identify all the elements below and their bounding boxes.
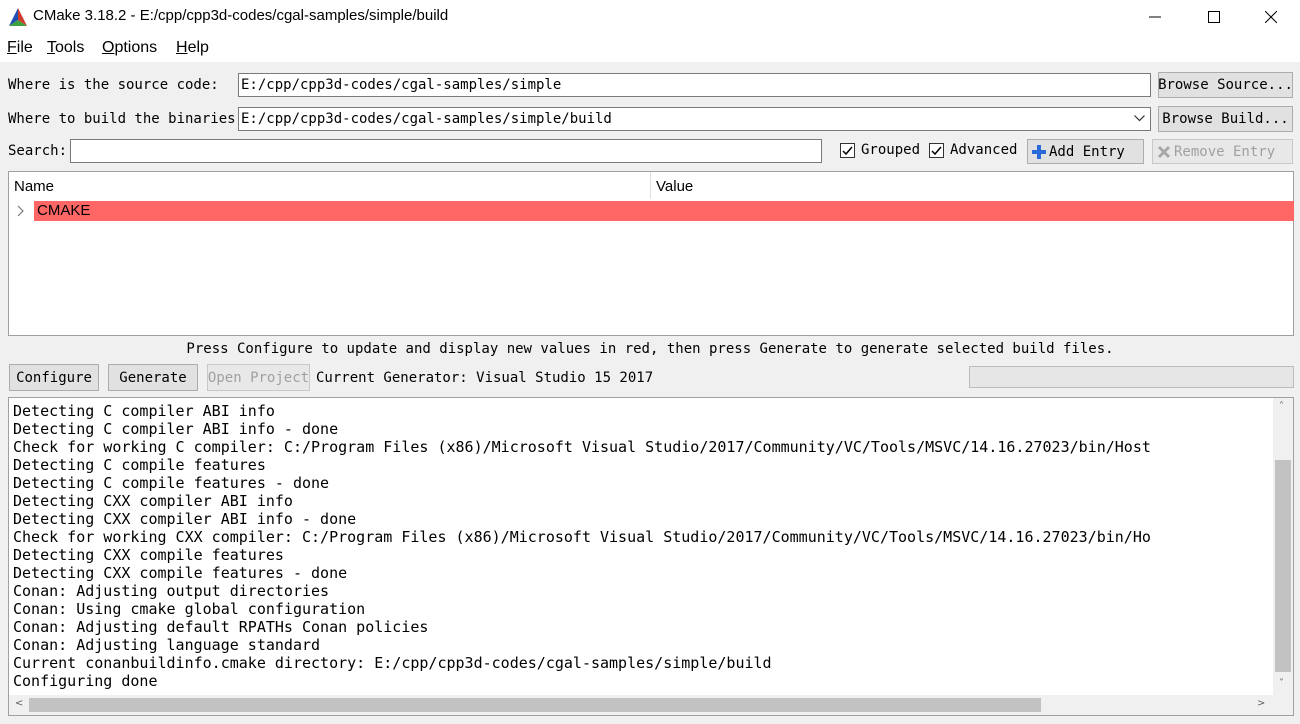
menu-bar: File Tools Options Help bbox=[0, 34, 1300, 62]
checkmark-icon bbox=[931, 146, 942, 155]
minimize-button[interactable] bbox=[1126, 0, 1184, 34]
add-entry-button[interactable]: Add Entry bbox=[1027, 139, 1144, 164]
menu-options-label: ptions bbox=[114, 39, 158, 56]
log-line: Detecting CXX compile features bbox=[13, 546, 284, 564]
log-line: Detecting C compiler ABI info bbox=[13, 402, 275, 420]
generate-label: Generate bbox=[119, 369, 187, 386]
source-label: Where is the source code: bbox=[8, 77, 219, 93]
log-line: Configuring done bbox=[13, 672, 158, 690]
table-row[interactable]: CMAKE bbox=[34, 201, 1294, 221]
build-label: Where to build the binaries: bbox=[8, 111, 245, 127]
log-line: Conan: Adjusting language standard bbox=[13, 636, 321, 654]
browse-source-button[interactable]: Browse Source... bbox=[1158, 72, 1293, 98]
scroll-down-icon[interactable]: ˅ bbox=[1279, 678, 1284, 689]
browse-build-label: Browse Build... bbox=[1162, 111, 1289, 127]
progress-bar bbox=[969, 366, 1294, 388]
configure-label: Configure bbox=[16, 369, 92, 386]
remove-x-icon bbox=[1157, 145, 1171, 158]
menu-options-mnemonic: O bbox=[102, 39, 115, 56]
table-row-name: CMAKE bbox=[37, 202, 91, 219]
advanced-checkbox-box[interactable] bbox=[929, 142, 944, 158]
maximize-button[interactable] bbox=[1185, 0, 1243, 34]
browse-build-button[interactable]: Browse Build... bbox=[1158, 106, 1293, 132]
advanced-checkbox[interactable]: Advanced bbox=[929, 142, 1017, 158]
log-line: Check for working CXX compiler: C:/Progr… bbox=[13, 528, 1151, 546]
log-line: Check for working C compiler: C:/Program… bbox=[13, 438, 1151, 456]
maximize-icon bbox=[1208, 11, 1220, 23]
log-line: Conan: Adjusting output directories bbox=[13, 582, 330, 600]
grouped-label: Grouped bbox=[861, 142, 921, 158]
open-project-button[interactable]: Open Project bbox=[207, 364, 310, 391]
title-bar: CMake 3.18.2 - E:/cpp/cpp3d-codes/cgal-s… bbox=[0, 0, 1300, 34]
checkmark-icon bbox=[842, 146, 853, 155]
grouped-checkbox[interactable]: Grouped bbox=[840, 142, 920, 158]
menu-help-label: elp bbox=[187, 39, 209, 56]
horizontal-scrollbar[interactable]: < > bbox=[9, 695, 1293, 715]
menu-file-mnemonic: F bbox=[7, 39, 17, 56]
remove-entry-button[interactable]: Remove Entry bbox=[1152, 139, 1293, 164]
grouped-checkbox-box[interactable] bbox=[840, 142, 855, 158]
log-line: Conan: Adjusting default RPATHs Conan po… bbox=[13, 618, 429, 636]
log-line: Current conanbuildinfo.cmake directory: … bbox=[13, 654, 772, 672]
minimize-icon bbox=[1149, 16, 1161, 18]
menu-tools-mnemonic: T bbox=[47, 39, 55, 56]
column-header-value[interactable]: Value bbox=[651, 172, 1293, 199]
vertical-scrollbar[interactable]: ˄ ˅ bbox=[1273, 398, 1293, 695]
generate-button[interactable]: Generate bbox=[108, 364, 198, 391]
log-line: Detecting C compiler ABI info - done bbox=[13, 420, 339, 438]
search-label: Search: bbox=[8, 143, 68, 159]
remove-entry-label: Remove Entry bbox=[1174, 143, 1276, 160]
vertical-scroll-thumb[interactable] bbox=[1275, 460, 1291, 672]
open-project-label: Open Project bbox=[207, 369, 310, 386]
browse-source-label: Browse Source... bbox=[1158, 77, 1293, 93]
menu-tools[interactable]: Tools bbox=[47, 39, 84, 57]
menu-help[interactable]: Help bbox=[176, 39, 209, 57]
chevron-down-icon[interactable] bbox=[1134, 115, 1145, 122]
search-input[interactable] bbox=[70, 139, 822, 163]
cmake-logo-icon bbox=[9, 8, 27, 26]
log-line: Detecting C compile features - done bbox=[13, 474, 330, 492]
menu-file-label: ile bbox=[16, 39, 33, 56]
hint-text: Press Configure to update and display ne… bbox=[186, 341, 1114, 357]
build-path-value: E:/cpp/cpp3d-codes/cgal-samples/simple/b… bbox=[241, 111, 612, 127]
menu-tools-label: ools bbox=[55, 39, 85, 56]
chevron-right-icon[interactable] bbox=[17, 205, 25, 217]
source-path-input[interactable]: E:/cpp/cpp3d-codes/cgal-samples/simple bbox=[238, 73, 1151, 97]
log-line: Detecting CXX compiler ABI info bbox=[13, 492, 293, 510]
scroll-left-icon[interactable]: < bbox=[15, 698, 23, 709]
horizontal-scroll-thumb[interactable] bbox=[29, 698, 1041, 712]
add-entry-label: Add Entry bbox=[1049, 143, 1125, 160]
menu-file[interactable]: File bbox=[7, 39, 33, 57]
advanced-label: Advanced bbox=[950, 142, 1018, 158]
current-generator-text: Current Generator: Visual Studio 15 2017 bbox=[316, 370, 654, 386]
configure-button[interactable]: Configure bbox=[9, 364, 99, 391]
close-icon bbox=[1265, 11, 1277, 23]
log-line: Detecting C compile features bbox=[13, 456, 266, 474]
scroll-up-icon[interactable]: ˄ bbox=[1279, 401, 1284, 412]
window-title: CMake 3.18.2 - E:/cpp/cpp3d-codes/cgal-s… bbox=[33, 7, 449, 24]
log-line: Detecting CXX compile features - done bbox=[13, 564, 348, 582]
close-button[interactable] bbox=[1242, 0, 1300, 34]
scroll-right-icon[interactable]: > bbox=[1257, 698, 1265, 709]
menu-options[interactable]: Options bbox=[102, 39, 157, 57]
output-log[interactable]: Detecting C compiler ABI info Detecting … bbox=[8, 397, 1294, 716]
log-line: Conan: Using cmake global configuration bbox=[13, 600, 366, 618]
cache-table: Name Value CMAKE bbox=[8, 171, 1294, 336]
log-line: Detecting CXX compiler ABI info - done bbox=[13, 510, 357, 528]
build-path-combobox[interactable]: E:/cpp/cpp3d-codes/cgal-samples/simple/b… bbox=[238, 107, 1151, 131]
plus-icon bbox=[1032, 144, 1046, 159]
column-header-name[interactable]: Name bbox=[9, 172, 651, 199]
menu-help-mnemonic: H bbox=[176, 39, 188, 56]
